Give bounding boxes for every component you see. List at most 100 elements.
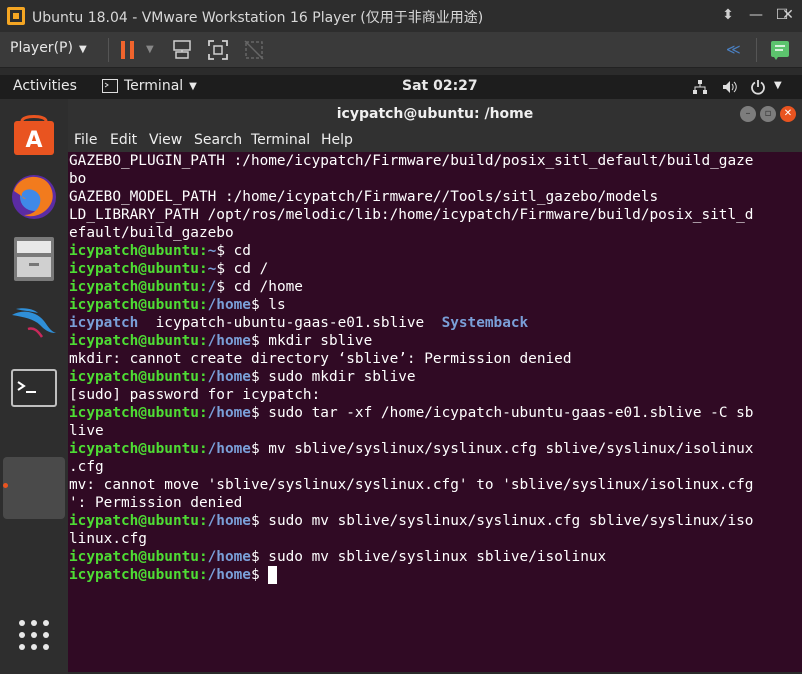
command-text: $ cd [216,243,251,259]
prompt-path: /home [207,513,251,529]
firefox-icon[interactable] [8,171,60,223]
ls-directory-entry: Systemback [441,315,529,331]
prompt-colon: : [198,513,208,529]
terminal-maximize-button[interactable]: ▫ [760,106,776,122]
terminal-menubar: File Edit View Search Terminal Help [68,129,802,152]
prompt-colon: : [198,441,208,457]
gnome-topbar: Activities Terminal ▼ Sat 02:27 ▼ [0,75,802,99]
vmware-toolbar: Player(P) ▼ ▼ ≪ [0,32,802,68]
software-center-icon[interactable]: A [8,109,60,161]
terminal-line: GAZEBO_PLUGIN_PATH :/home/icypatch/Firmw… [69,153,754,169]
prompt-user: icypatch@ubuntu [69,405,199,421]
dock: A [0,99,68,674]
prompt-user: icypatch@ubuntu [69,297,199,313]
menu-view[interactable]: View [149,132,182,148]
terminal-close-button[interactable]: ✕ [780,106,796,122]
collapse-icon[interactable]: ≪ [726,38,750,62]
vmware-logo-icon [7,7,25,25]
terminal-scrollbar[interactable] [798,152,802,672]
prompt-user: icypatch@ubuntu [69,243,199,259]
prompt-user: icypatch@ubuntu [69,549,199,565]
terminal-line: icypatch@ubuntu:~$ cd / [69,260,798,278]
menu-help[interactable]: Help [321,132,353,148]
command-text: $ cd /home [216,279,303,295]
svg-text:A: A [25,128,42,153]
terminal-line: icypatch@ubuntu:/home$ sudo mv sblive/sy… [69,512,798,530]
terminal-output[interactable]: GAZEBO_PLUGIN_PATH :/home/icypatch/Firmw… [68,152,798,672]
prompt-path: /home [207,369,251,385]
running-indicator [3,483,8,488]
terminal-line: icypatch@ubuntu:/home$ mv sblive/syslinu… [69,440,798,458]
app-menu-caret-icon: ▼ [189,80,197,92]
settings-icon[interactable]: ⬍ [716,4,740,26]
close-icon[interactable]: ✕ [776,4,800,26]
network-icon[interactable] [692,79,708,95]
prompt-user: icypatch@ubuntu [69,279,199,295]
prompt-colon: : [198,297,208,313]
terminal-window-title: icypatch@ubuntu: /home [336,106,534,122]
menu-terminal[interactable]: Terminal [251,132,310,148]
pause-dropdown-icon[interactable]: ▼ [146,38,170,62]
terminal-line: icypatch@ubuntu:/home$ mkdir sblive [69,332,798,350]
volume-icon[interactable] [722,79,738,95]
files-icon[interactable] [8,233,60,285]
command-text: $ sudo mv sblive/syslinux/syslinux.cfg s… [250,513,754,529]
terminal-line: icypatch@ubuntu:~$ cd [69,242,798,260]
toolbar-separator [108,38,109,62]
terminal-line: linux.cfg [69,531,147,547]
pause-icon[interactable] [116,38,140,62]
terminal-line: mv: cannot move 'sblive/syslinux/syslinu… [69,477,754,493]
prompt-user: icypatch@ubuntu [69,333,199,349]
prompt-user: icypatch@ubuntu [69,369,199,385]
prompt-path: ~ [207,243,217,259]
clock[interactable]: Sat 02:27 [402,78,478,94]
command-text: $ mv sblive/syslinux/syslinux.cfg sblive… [250,441,754,457]
prompt-colon: : [198,549,208,565]
terminal-line: icypatch@ubuntu:/home$ [69,566,798,584]
fullscreen-icon[interactable] [206,38,230,62]
terminal-line: icypatch@ubuntu:/home$ sudo tar -xf /hom… [69,404,798,422]
prompt-colon: : [198,405,208,421]
terminal-line: efault/build_gazebo [69,225,234,241]
minimize-button[interactable]: — [744,4,768,26]
terminal-line: icypatch icypatch-ubuntu-gaas-e01.sblive… [69,314,798,332]
menu-file[interactable]: File [74,132,97,148]
dock-active-highlight [3,457,65,519]
terminal-minimize-button[interactable]: – [740,106,756,122]
power-icon[interactable] [750,79,766,95]
unity-icon[interactable] [242,38,266,62]
kali-dragon-icon[interactable] [8,295,60,347]
command-text: $ sudo tar -xf /home/icypatch-ubuntu-gaa… [250,405,754,421]
terminal-line: live [69,423,104,439]
show-apps-icon[interactable] [8,609,60,661]
terminal-line: icypatch@ubuntu:/home$ sudo mkdir sblive [69,368,798,386]
prompt-colon: : [198,279,208,295]
prompt-path: /home [207,549,251,565]
menu-edit[interactable]: Edit [110,132,137,148]
terminal-line: icypatch@ubuntu:/$ cd /home [69,278,798,296]
prompt-path: /home [207,567,251,583]
system-menu-caret-icon[interactable]: ▼ [774,80,782,91]
prompt-colon: : [198,369,208,385]
terminal-cursor [268,566,278,584]
app-menu[interactable]: Terminal ▼ [102,78,197,94]
message-log-icon[interactable] [768,38,792,62]
terminal-titlebar[interactable]: icypatch@ubuntu: /home – ▫ ✕ [68,99,802,129]
command-text: $ ls [250,297,286,313]
prompt-path: / [207,279,217,295]
terminal-line: LD_LIBRARY_PATH /opt/ros/melodic/lib:/ho… [69,207,754,223]
terminal-icon[interactable] [8,362,60,414]
toolbar-separator [756,38,757,62]
send-ctrl-alt-del-icon[interactable] [170,38,194,62]
prompt-colon: : [198,261,208,277]
prompt-path: /home [207,441,251,457]
prompt-user: icypatch@ubuntu [69,261,199,277]
terminal-line: icypatch@ubuntu:/home$ ls [69,296,798,314]
command-text: $ [250,567,269,583]
vmware-window-title: Ubuntu 18.04 - VMware Workstation 16 Pla… [32,10,484,26]
vmware-titlebar: Ubuntu 18.04 - VMware Workstation 16 Pla… [0,0,802,32]
player-menu[interactable]: Player(P) ▼ [10,40,87,56]
menu-search[interactable]: Search [194,132,242,148]
terminal-line: [sudo] password for icypatch: [69,387,321,403]
activities-button[interactable]: Activities [13,78,77,94]
